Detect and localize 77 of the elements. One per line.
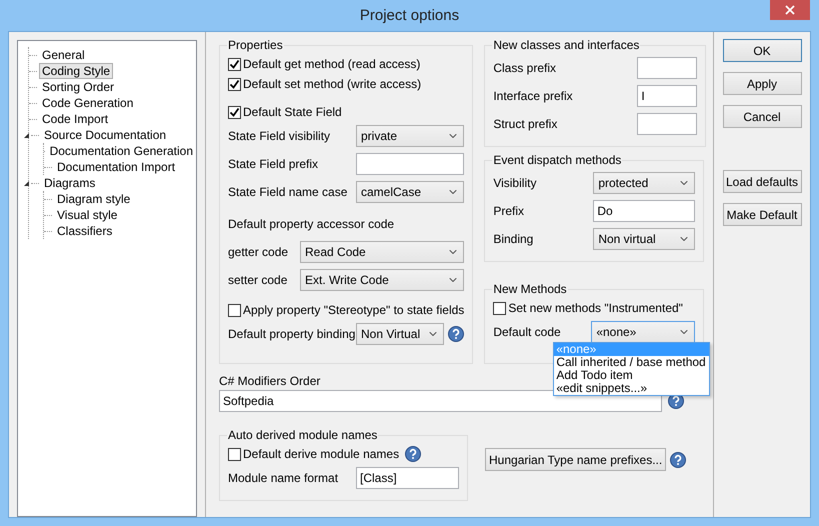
dropdown-option[interactable]: Call inherited / base method	[554, 356, 709, 369]
field-label: Default property binding	[228, 327, 356, 341]
tree-item[interactable]: General	[39, 47, 88, 63]
dialog-button[interactable]: Make Default	[722, 203, 802, 226]
dropdown[interactable]: Non virtual	[593, 228, 696, 250]
checkbox-label[interactable]: Default set method (write access)	[243, 77, 422, 91]
dropdown[interactable]: private	[356, 125, 464, 147]
dropdown[interactable]: Read Code	[300, 241, 464, 263]
dropdown-option[interactable]: «edit snippets...»	[554, 382, 709, 395]
field-label: Interface prefix	[493, 89, 574, 103]
dropdown-option[interactable]: Add Todo item	[554, 369, 709, 382]
dropdown[interactable]: Ext. Write Code	[300, 269, 464, 291]
tree-item[interactable]: Diagrams	[41, 175, 98, 191]
field-label: Binding	[493, 232, 534, 246]
tree-item[interactable]: Classifiers	[54, 223, 116, 239]
group-title: New classes and interfaces	[492, 38, 640, 52]
dropdown[interactable]: camelCase	[356, 181, 464, 203]
tree-item[interactable]: Code Generation	[39, 95, 136, 111]
dialog-button[interactable]: Cancel	[722, 105, 802, 128]
field-label: Struct prefix	[493, 117, 558, 131]
tree-item[interactable]: Documentation Import	[54, 159, 178, 175]
field-label: State Field prefix	[228, 157, 320, 171]
checkbox-label[interactable]: Set new methods "Instrumented"	[508, 301, 683, 315]
field-label: Module name format	[228, 471, 340, 485]
field-label: Prefix	[493, 204, 525, 218]
checkbox[interactable]	[493, 302, 506, 314]
field-label: Class prefix	[493, 61, 557, 75]
tree-item[interactable]: Sorting Order	[39, 79, 118, 95]
expanded-triangle-icon[interactable]	[23, 132, 30, 138]
help-icon[interactable]	[670, 452, 686, 468]
field-label: State Field name case	[228, 185, 348, 199]
close-button[interactable]	[770, 0, 810, 20]
field-label: getter code	[228, 245, 290, 259]
field-label: setter code	[228, 273, 288, 287]
tree-item[interactable]: Source Documentation	[41, 127, 170, 143]
input-field[interactable]: Do	[593, 200, 696, 222]
checkbox[interactable]	[228, 304, 241, 316]
dialog-button[interactable]: Load defaults	[722, 170, 802, 193]
field-label: State Field visibility	[228, 129, 332, 143]
group-title: Properties	[227, 38, 284, 52]
checkbox-label[interactable]: Default get method (read access)	[243, 57, 420, 71]
help-icon[interactable]	[448, 326, 464, 342]
tree-item[interactable]: Documentation Generation	[46, 143, 196, 159]
input-field[interactable]: I	[637, 85, 698, 107]
input-field[interactable]	[637, 57, 698, 79]
checkbox[interactable]	[228, 58, 241, 70]
dropdown[interactable]: protected	[593, 172, 696, 194]
field-label: Visibility	[493, 176, 538, 190]
expanded-triangle-icon[interactable]	[23, 180, 30, 186]
tree-item[interactable]: Code Import	[39, 111, 112, 127]
section-label: Default property accessor code	[228, 217, 394, 231]
group-title: Event dispatch methods	[492, 153, 622, 167]
help-icon[interactable]	[405, 446, 422, 462]
hungarian-prefixes-button[interactable]: Hungarian Type name prefixes...	[485, 448, 666, 471]
dialog-button[interactable]: Apply	[722, 72, 802, 95]
dropdown[interactable]: Non Virtual	[356, 323, 444, 345]
help-icon[interactable]	[668, 393, 684, 409]
checkbox-label[interactable]: Default State Field	[243, 105, 342, 119]
input-field[interactable]	[356, 153, 464, 175]
checkbox[interactable]	[228, 106, 241, 118]
field-label: C# Modifiers Order	[219, 374, 320, 388]
window-title: Project options	[360, 7, 460, 24]
input-field[interactable]: [Class]	[356, 467, 459, 489]
field-label: Default code	[493, 325, 562, 339]
close-icon	[785, 5, 795, 15]
checkbox[interactable]	[228, 448, 241, 460]
tree-item[interactable]: Coding Style	[39, 63, 114, 79]
group-title: Auto derived module names	[227, 428, 378, 442]
dialog-button[interactable]: OK	[722, 39, 802, 62]
group-title: New Methods	[492, 282, 568, 296]
input-field[interactable]	[637, 113, 698, 135]
checkbox[interactable]	[228, 78, 241, 90]
dropdown[interactable]: «none»	[591, 321, 696, 343]
checkbox-label[interactable]: Default derive module names	[243, 447, 400, 461]
tree-item[interactable]: Diagram style	[54, 191, 134, 207]
checkbox-label[interactable]: Apply property "Stereotype" to state fields	[243, 303, 464, 317]
tree-item[interactable]: Visual style	[54, 207, 120, 223]
